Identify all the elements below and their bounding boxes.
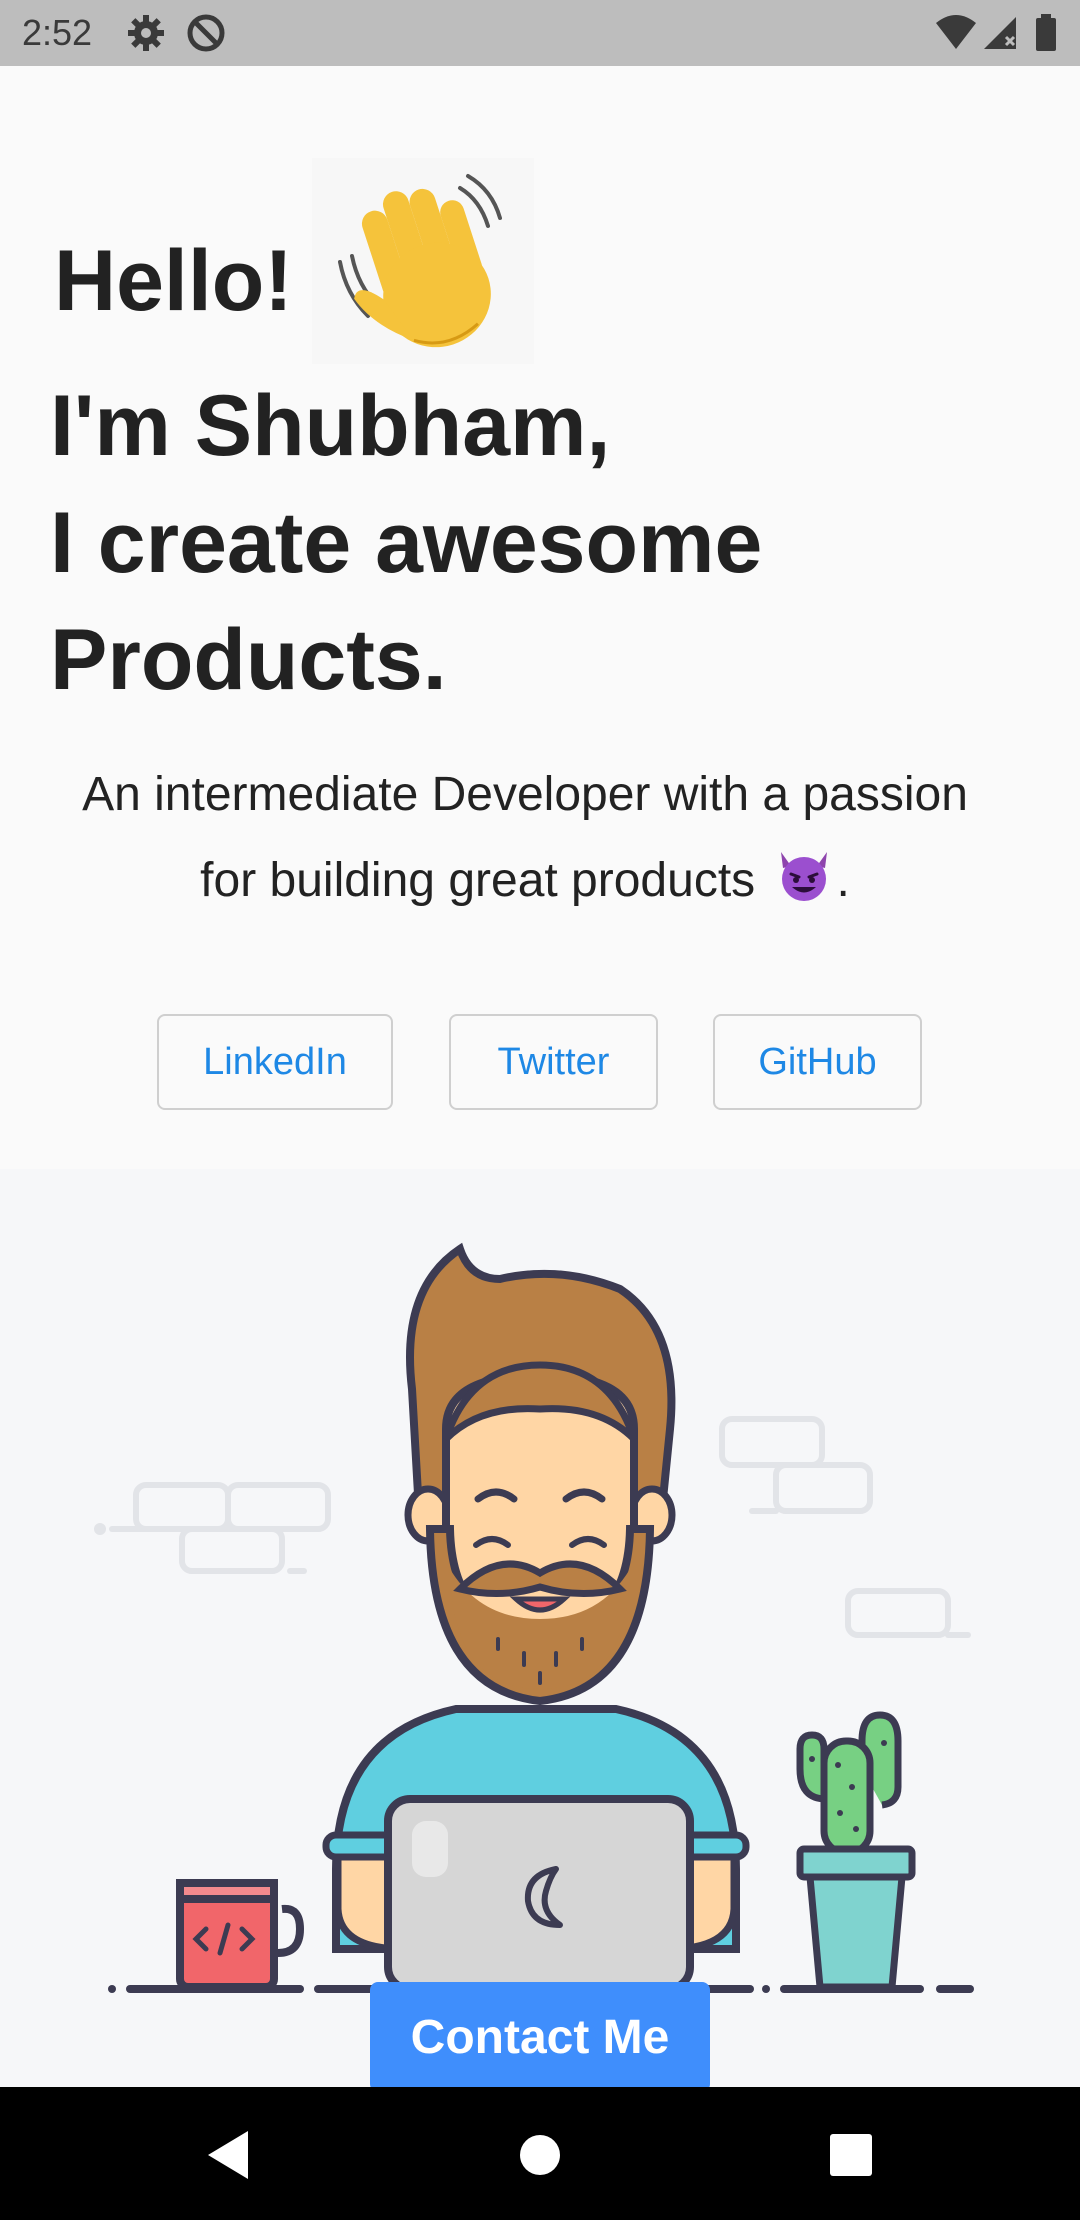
smiling-devil-icon (775, 846, 833, 904)
wifi-icon (934, 13, 978, 58)
twitter-button[interactable]: Twitter (449, 1014, 658, 1110)
waving-hand-icon (312, 158, 534, 364)
tagline-suffix: . (836, 854, 850, 907)
navigation-bar (0, 2087, 1080, 2220)
linkedin-button[interactable]: LinkedIn (157, 1014, 393, 1110)
contact-me-button[interactable]: Contact Me (370, 1982, 710, 2087)
greeting-heading: Hello! (54, 233, 293, 329)
status-bar: 2:52 (0, 0, 1080, 66)
intro-headline: I'm Shubham, I create awesome Products. (50, 368, 1050, 719)
cellular-signal-icon (980, 13, 1020, 58)
at-sign-icon (186, 13, 226, 58)
headline-line-3: Products. (50, 612, 447, 708)
tagline-text: An intermediate Developer with a passion… (82, 768, 968, 907)
developer-illustration (0, 1169, 1080, 2087)
status-time: 2:52 (22, 12, 93, 53)
recents-icon[interactable] (828, 2129, 874, 2184)
back-icon[interactable] (204, 2129, 252, 2186)
github-button[interactable]: GitHub (713, 1014, 922, 1110)
battery-icon (1034, 13, 1058, 58)
headline-line-1: I'm Shubham, (50, 378, 611, 474)
home-icon[interactable] (518, 2129, 562, 2182)
tagline: An intermediate Developer with a passion… (50, 752, 1000, 924)
headline-line-2: I create awesome (50, 495, 763, 591)
main-content[interactable]: Hello! I'm Shubham, I create awesome Pro… (0, 66, 1080, 2087)
settings-icon (126, 13, 166, 58)
developer-illustration-svg (94, 1242, 974, 1993)
